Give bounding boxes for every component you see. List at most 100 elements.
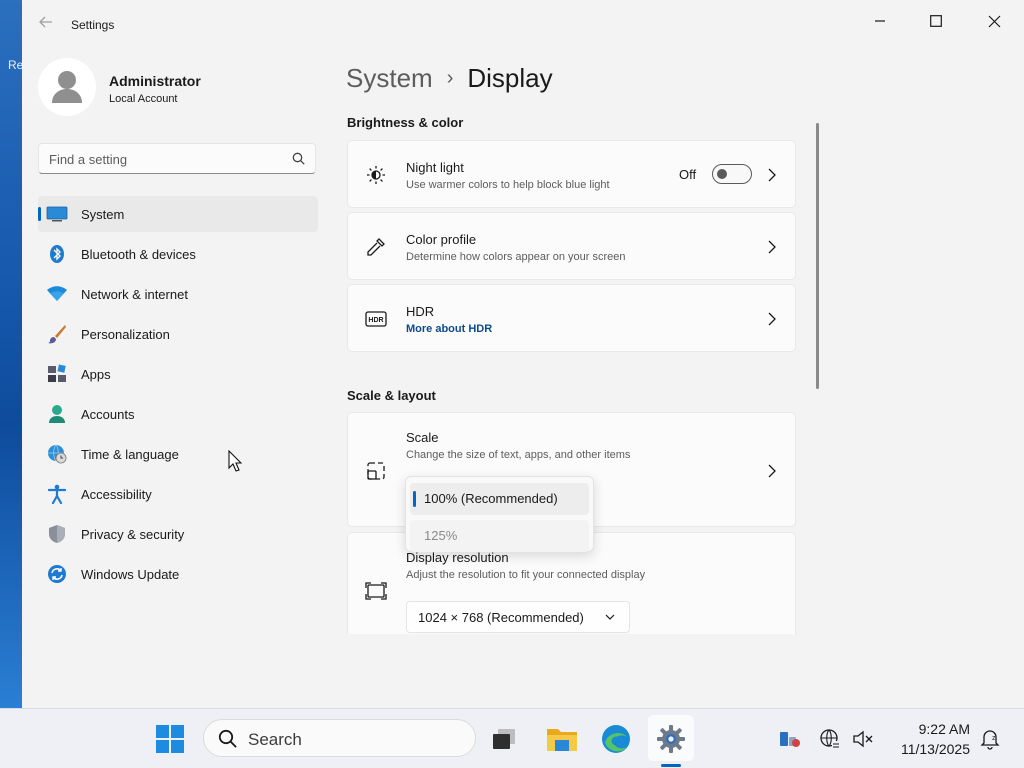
resolution-value: 1024 × 768 (Recommended)	[418, 610, 584, 625]
resolution-icon	[364, 579, 388, 603]
network-globe-icon[interactable]	[818, 727, 842, 751]
tray-app-icon[interactable]	[778, 727, 802, 751]
sidebar-nav: System Bluetooth & devices Network & int…	[38, 196, 318, 596]
sidebar-item-personalization[interactable]: Personalization	[38, 316, 318, 352]
sidebar-item-label: Network & internet	[81, 287, 188, 302]
sidebar-item-bluetooth[interactable]: Bluetooth & devices	[38, 236, 318, 272]
user-avatar-icon	[52, 71, 82, 103]
task-view-icon	[493, 729, 515, 749]
shield-icon	[46, 524, 68, 544]
file-explorer-button[interactable]	[542, 719, 582, 759]
sidebar-item-label: System	[81, 207, 125, 222]
brush-icon	[46, 324, 68, 344]
sidebar-item-label: Privacy & security	[81, 527, 185, 542]
sidebar-item-label: Windows Update	[81, 567, 180, 582]
avatar	[38, 58, 96, 116]
svg-text:HDR: HDR	[368, 317, 383, 324]
scale-subtitle: Change the size of text, apps, and other…	[406, 449, 631, 461]
night-light-toggle[interactable]	[712, 164, 752, 184]
sidebar-item-accessibility[interactable]: Accessibility	[38, 476, 318, 512]
sidebar-item-windows-update[interactable]: Windows Update	[38, 556, 318, 592]
user-profile[interactable]: Administrator Local Account	[38, 58, 328, 118]
hdr-card[interactable]: HDR HDR More about HDR	[347, 284, 796, 352]
scale-option-125[interactable]: 125%	[410, 520, 589, 552]
page-title: Display	[467, 62, 553, 93]
option-label: 100% (Recommended)	[424, 491, 558, 506]
color-profile-title: Color profile	[406, 232, 477, 247]
edge-browser-button[interactable]	[596, 719, 636, 759]
breadcrumb-parent[interactable]: System	[346, 63, 433, 94]
globe-clock-icon	[46, 444, 68, 464]
mouse-cursor-icon	[228, 450, 242, 472]
sidebar-item-network[interactable]: Network & internet	[38, 276, 318, 312]
settings-search-box[interactable]	[38, 143, 316, 174]
night-light-icon	[364, 163, 388, 187]
night-light-title: Night light	[406, 160, 464, 175]
system-icon	[46, 204, 68, 224]
scale-title: Scale	[406, 430, 439, 445]
volume-muted-icon[interactable]	[851, 727, 875, 751]
folder-icon	[547, 729, 577, 751]
taskbar: Search 9:22 AM 11/13/2025 z	[0, 708, 1024, 768]
eyedropper-icon	[364, 235, 388, 259]
taskbar-clock[interactable]: 9:22 AM 11/13/2025	[880, 719, 970, 759]
chevron-right-icon[interactable]	[767, 464, 777, 478]
color-profile-card[interactable]: Color profile Determine how colors appea…	[347, 212, 796, 280]
chevron-down-icon	[605, 614, 615, 620]
chevron-right-icon[interactable]	[767, 168, 777, 182]
settings-search-input[interactable]	[49, 150, 279, 168]
person-icon	[46, 404, 68, 424]
accessibility-icon	[46, 484, 68, 504]
desktop-background: Re	[0, 0, 23, 708]
section-title-brightness: Brightness & color	[347, 115, 464, 130]
sidebar-item-time-language[interactable]: Time & language	[38, 436, 318, 472]
wifi-icon	[46, 284, 68, 304]
notification-bell-icon[interactable]: z	[978, 727, 1002, 751]
hdr-icon: HDR	[364, 307, 388, 331]
resolution-dropdown[interactable]: 1024 × 768 (Recommended)	[406, 601, 630, 633]
settings-window: Settings Administrator Local Account Fin…	[22, 0, 1024, 708]
windows-logo-icon	[156, 725, 184, 753]
option-label: 125%	[424, 528, 458, 543]
section-title-scale-layout: Scale & layout	[347, 388, 436, 403]
sidebar-item-privacy[interactable]: Privacy & security	[38, 516, 318, 552]
back-button[interactable]	[36, 14, 56, 34]
close-button[interactable]	[966, 4, 1022, 38]
hdr-title: HDR	[406, 304, 435, 319]
start-button[interactable]	[150, 719, 190, 759]
sidebar-item-label: Personalization	[81, 327, 170, 342]
title-bar: Settings	[22, 0, 1024, 50]
more-about-hdr-link[interactable]: More about HDR	[406, 323, 492, 335]
chevron-right-icon[interactable]	[767, 240, 777, 254]
night-light-subtitle: Use warmer colors to help block blue lig…	[406, 179, 610, 191]
sidebar-item-system[interactable]: System	[38, 196, 318, 232]
maximize-button[interactable]	[908, 4, 964, 38]
sidebar-item-apps[interactable]: Apps	[38, 356, 318, 392]
night-light-card[interactable]: Night light Use warmer colors to help bl…	[347, 140, 796, 208]
back-arrow-icon	[39, 16, 52, 28]
minimize-button[interactable]	[852, 4, 908, 38]
search-icon	[218, 729, 237, 748]
resolution-title: Display resolution	[406, 550, 509, 565]
scale-dropdown-menu: 100% (Recommended) 125%	[405, 476, 594, 552]
sidebar-item-label: Accessibility	[81, 487, 152, 502]
chevron-right-icon[interactable]	[767, 312, 777, 326]
svg-text:z: z	[992, 735, 996, 742]
profile-account-type: Local Account	[109, 93, 178, 105]
gear-icon	[657, 725, 685, 753]
settings-taskbar-button[interactable]	[651, 719, 691, 759]
profile-name: Administrator	[109, 73, 201, 89]
sidebar-item-label: Bluetooth & devices	[81, 247, 196, 262]
task-view-button[interactable]	[484, 719, 524, 759]
close-icon	[988, 15, 1000, 27]
taskbar-search[interactable]: Search	[203, 719, 476, 757]
search-icon[interactable]	[292, 152, 305, 170]
breadcrumb-separator: ›	[446, 66, 454, 89]
sidebar-item-label: Accounts	[81, 407, 135, 422]
apps-icon	[46, 364, 68, 384]
scale-option-100[interactable]: 100% (Recommended)	[410, 483, 589, 515]
content-scrollbar[interactable]	[816, 123, 819, 389]
maximize-icon	[930, 15, 942, 27]
sidebar-item-accounts[interactable]: Accounts	[38, 396, 318, 432]
update-icon	[46, 564, 68, 584]
